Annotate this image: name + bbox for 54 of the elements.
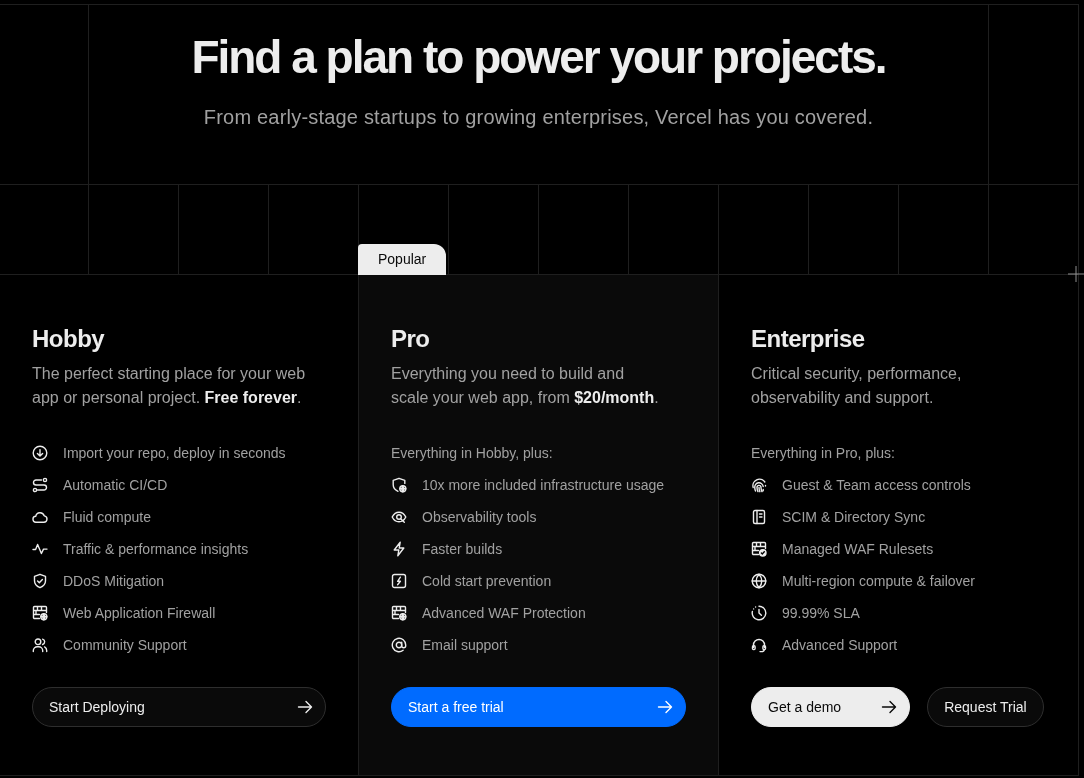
- users-icon: [32, 637, 48, 653]
- arrow-down-circle-icon: [32, 445, 48, 461]
- plan-name: Enterprise: [751, 324, 866, 354]
- clock-icon: [751, 605, 767, 621]
- fingerprint-icon: [751, 477, 767, 493]
- feature-text: DDoS Mitigation: [63, 572, 165, 591]
- wall-globe-icon: [391, 605, 407, 621]
- feature-text: Faster builds: [422, 540, 503, 559]
- feature-text: Fluid compute: [63, 508, 151, 527]
- features-heading: Everything in Pro, plus:: [751, 444, 895, 463]
- headset-icon: [751, 637, 767, 653]
- plan-description: Critical security, performance, observability and support.: [751, 364, 963, 408]
- feature-text: Advanced Support: [782, 636, 898, 655]
- pulse-icon: [32, 541, 48, 557]
- feature-text: Cold start prevention: [422, 572, 552, 591]
- plan-badge: Popular: [358, 244, 447, 275]
- eye-icon: [391, 509, 407, 525]
- lightning-square-icon: [391, 573, 407, 589]
- feature-text: 10x more included infrastructure usage: [422, 476, 665, 495]
- feature-text: Managed WAF Rulesets: [782, 540, 934, 559]
- feature-text: Guest & Team access controls: [782, 476, 971, 495]
- page-title: Find a plan to power your projects.: [191, 30, 886, 85]
- feature-text: Web Application Firewall: [63, 604, 216, 623]
- feature-text: 99.99% SLA: [782, 604, 860, 623]
- feature-text: Community Support: [63, 636, 187, 655]
- outline-button[interactable]: Request Trial: [927, 687, 1044, 727]
- plan-description: The perfect starting place for your web app or personal project. Free forever.: [32, 364, 306, 408]
- features-heading: Everything in Hobby, plus:: [391, 444, 553, 463]
- plus-icon: [1068, 266, 1084, 282]
- cloud-icon: [32, 509, 48, 525]
- plan-description: Everything you need to build and scale your web app, from $20/month.: [391, 364, 660, 408]
- wall-globe-icon: [32, 605, 48, 621]
- feature-text: Email support: [422, 636, 508, 655]
- globe-icon: [751, 573, 767, 589]
- plan-name: Hobby: [32, 324, 106, 354]
- shield-globe-icon: [391, 477, 407, 493]
- page-subtitle: From early-stage startups to growing enterprises, Vercel has you covered.: [203, 105, 874, 130]
- plan-name: Pro: [391, 324, 431, 354]
- notebook-icon: [751, 509, 767, 525]
- feature-text: Automatic CI/CD: [63, 476, 168, 495]
- shield-check-icon: [32, 573, 48, 589]
- feature-text: SCIM & Directory Sync: [782, 508, 926, 527]
- lightning-icon: [391, 541, 407, 557]
- wall-check-icon: [751, 541, 767, 557]
- primary-button[interactable]: Start a free trial: [391, 687, 686, 727]
- feature-text: Multi-region compute & failover: [782, 572, 975, 591]
- feature-text: Traffic & performance insights: [63, 540, 249, 559]
- feature-text: Advanced WAF Protection: [422, 604, 586, 623]
- filled-button[interactable]: Get a demo: [751, 687, 911, 727]
- feature-text: Observability tools: [422, 508, 537, 527]
- route-icon: [32, 477, 48, 493]
- feature-text: Import your repo, deploy in seconds: [63, 444, 286, 463]
- at-sign-icon: [391, 637, 407, 653]
- outline-button[interactable]: Start Deploying: [32, 687, 326, 727]
